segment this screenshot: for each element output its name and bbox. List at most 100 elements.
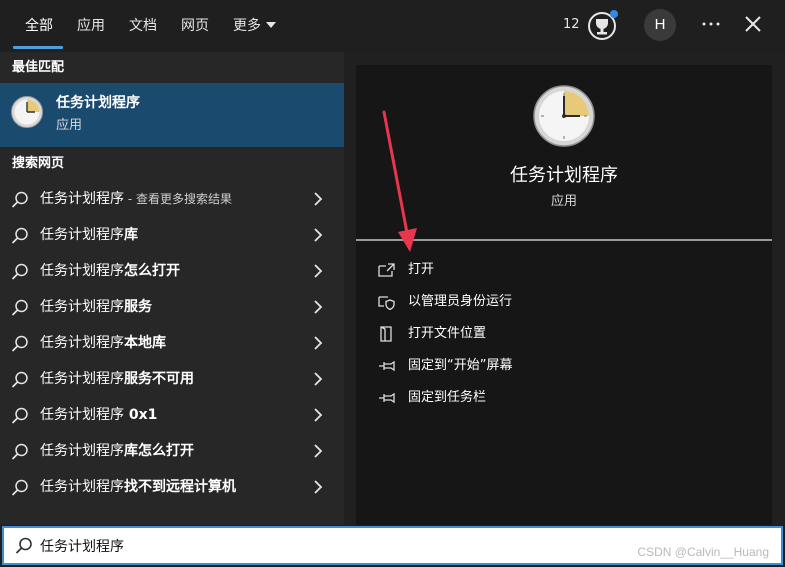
action-pin-to-taskbar-label: 固定到任务栏 — [408, 390, 487, 405]
chevron-right-icon[interactable] — [312, 444, 324, 458]
chevron-down-icon — [266, 22, 276, 28]
chevron-right-icon[interactable] — [312, 408, 324, 422]
web-result-text: 任务计划程序 0x1 — [40, 405, 157, 425]
web-result-row[interactable]: 任务计划程序库 — [0, 217, 344, 253]
divider — [356, 239, 772, 241]
tab-documents[interactable]: 文档 — [129, 16, 157, 36]
active-tab-indicator — [13, 46, 63, 49]
chevron-right-icon[interactable] — [312, 372, 324, 386]
web-result-row[interactable]: 任务计划程序库怎么打开 — [0, 433, 344, 469]
web-result-row[interactable]: 任务计划程序怎么打开 — [0, 253, 344, 289]
chevron-right-icon[interactable] — [312, 192, 324, 206]
web-result-text: 任务计划程序服务 — [40, 297, 152, 317]
web-result-query: 任务计划程序 — [40, 299, 124, 315]
avatar[interactable]: H — [644, 9, 676, 41]
search-web-heading: 搜索网页 — [12, 156, 65, 171]
task-scheduler-clock-icon — [11, 96, 43, 128]
action-run-as-admin-label: 以管理员身份运行 — [408, 294, 513, 309]
tab-web[interactable]: 网页 — [181, 16, 209, 36]
web-result-suggestion: 本地库 — [124, 335, 166, 351]
chevron-right-icon[interactable] — [312, 228, 324, 242]
web-result-row[interactable]: 任务计划程序服务不可用 — [0, 361, 344, 397]
chevron-right-icon[interactable] — [312, 480, 324, 494]
web-result-text: 任务计划程序 - 查看更多搜索结果 — [40, 189, 232, 209]
tab-more-label: 更多 — [233, 18, 261, 34]
web-result-suggestion: 找不到远程计算机 — [124, 479, 236, 495]
web-result-row[interactable]: 任务计划程序服务 — [0, 289, 344, 325]
best-match-item[interactable]: 任务计划程序 应用 — [0, 83, 344, 147]
web-result-query: 任务计划程序 — [40, 191, 124, 207]
action-open-file-location-label: 打开文件位置 — [408, 326, 487, 341]
search-icon — [11, 263, 28, 280]
tab-all[interactable]: 全部 — [25, 16, 53, 36]
web-result-suggestion: 怎么打开 — [124, 263, 180, 279]
web-result-text: 任务计划程序本地库 — [40, 333, 166, 353]
rewards-points: 12 — [563, 17, 580, 32]
pin-icon — [379, 360, 395, 372]
search-bar: CSDN @Calvin__Huang — [0, 525, 785, 567]
action-open[interactable]: 打开 — [376, 259, 756, 281]
search-icon — [11, 443, 28, 460]
web-result-row[interactable]: 任务计划程序找不到远程计算机 — [0, 469, 344, 505]
open-icon — [378, 263, 395, 277]
chevron-right-icon[interactable] — [312, 300, 324, 314]
action-open-label: 打开 — [408, 262, 435, 277]
app-type: 应用 — [550, 194, 577, 209]
ellipsis-icon[interactable] — [700, 12, 722, 36]
web-result-row[interactable]: 任务计划程序本地库 — [0, 325, 344, 361]
web-result-text: 任务计划程序怎么打开 — [40, 261, 180, 281]
best-match-title: 任务计划程序 — [56, 95, 140, 111]
web-result-suggestion: 0x1 — [124, 407, 158, 423]
web-result-query: 任务计划程序 — [40, 227, 124, 243]
web-result-hint: - 查看更多搜索结果 — [124, 192, 232, 206]
best-match-heading: 最佳匹配 — [12, 60, 65, 75]
web-result-query: 任务计划程序 — [40, 479, 124, 495]
search-icon — [15, 537, 32, 554]
search-icon — [11, 479, 28, 496]
web-result-text: 任务计划程序找不到远程计算机 — [40, 477, 236, 497]
top-bar: 全部 应用 文档 网页 更多 12 H — [0, 0, 785, 52]
web-result-query: 任务计划程序 — [40, 263, 124, 279]
search-icon — [11, 227, 28, 244]
search-input[interactable] — [40, 534, 600, 558]
search-icon — [11, 191, 28, 208]
search-box[interactable]: CSDN @Calvin__Huang — [2, 526, 783, 565]
action-open-file-location[interactable]: 打开文件位置 — [376, 323, 756, 345]
rewards-trophy-icon[interactable] — [586, 8, 620, 42]
action-pin-to-start[interactable]: 固定到“开始”屏幕 — [376, 355, 756, 377]
tab-more[interactable]: 更多 — [233, 16, 276, 36]
search-icon — [11, 407, 28, 424]
close-icon[interactable] — [742, 13, 764, 35]
best-match-subtitle: 应用 — [56, 118, 83, 133]
web-result-suggestion: 库 — [124, 227, 138, 243]
notification-dot — [610, 10, 618, 18]
web-result-suggestion: 库怎么打开 — [124, 443, 194, 459]
web-result-row[interactable]: 任务计划程序 0x1 — [0, 397, 344, 433]
folder-icon — [380, 326, 392, 342]
search-icon — [11, 335, 28, 352]
watermark: CSDN @Calvin__Huang — [637, 545, 769, 559]
web-result-suggestion: 服务 — [124, 299, 152, 315]
chevron-right-icon[interactable] — [312, 336, 324, 350]
action-run-as-admin[interactable]: 以管理员身份运行 — [376, 291, 756, 313]
web-result-query: 任务计划程序 — [40, 443, 124, 459]
web-result-query: 任务计划程序 — [40, 407, 124, 423]
search-icon — [11, 371, 28, 388]
results-panel: 最佳匹配 任务计划程序 应用 搜索网页 任务计划程序 - 查看更多搜索结果 任务计… — [0, 52, 344, 525]
web-result-query: 任务计划程序 — [40, 371, 124, 387]
search-icon — [11, 299, 28, 316]
action-pin-to-taskbar[interactable]: 固定到任务栏 — [376, 387, 756, 409]
app-name: 任务计划程序 — [510, 165, 618, 186]
shield-icon — [378, 296, 395, 310]
pin-icon — [379, 392, 395, 404]
web-result-text: 任务计划程序库怎么打开 — [40, 441, 194, 461]
web-result-text: 任务计划程序服务不可用 — [40, 369, 194, 389]
web-result-suggestion: 服务不可用 — [124, 371, 194, 387]
chevron-right-icon[interactable] — [312, 264, 324, 278]
task-scheduler-clock-icon — [533, 85, 595, 147]
web-result-text: 任务计划程序库 — [40, 225, 138, 245]
action-pin-to-start-label: 固定到“开始”屏幕 — [408, 358, 513, 373]
web-result-row[interactable]: 任务计划程序 - 查看更多搜索结果 — [0, 181, 344, 217]
web-result-query: 任务计划程序 — [40, 335, 124, 351]
tab-apps[interactable]: 应用 — [77, 16, 105, 36]
